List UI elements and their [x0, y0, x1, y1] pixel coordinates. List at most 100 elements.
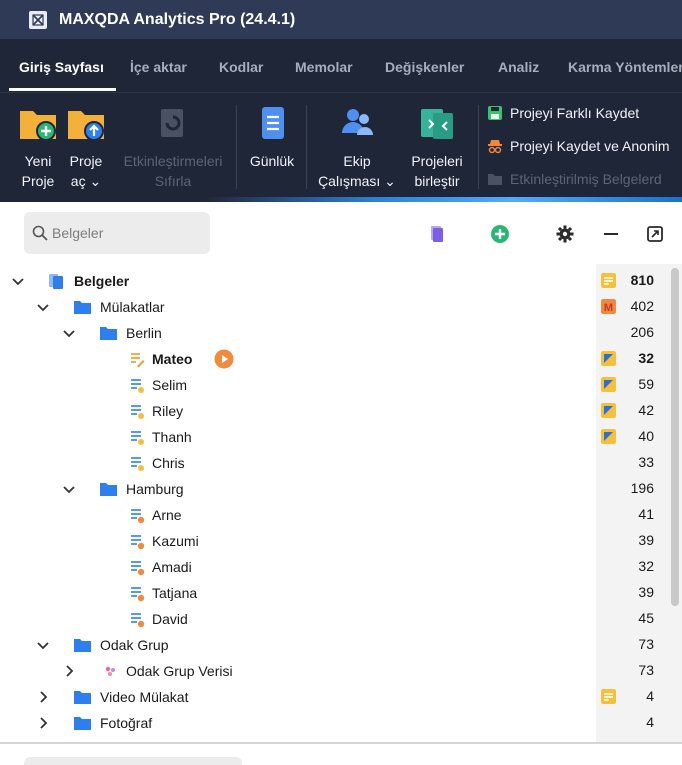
tab-analysis[interactable]: Analiz — [498, 59, 539, 75]
tree-row-arne[interactable]: Arne — [0, 502, 596, 528]
folder-icon — [74, 716, 91, 730]
tree-row-fotograf[interactable]: Fotoğraf — [0, 710, 596, 736]
teamwork-label-2: Çalışması ⌄ — [318, 173, 396, 189]
tree-row-riley[interactable]: Riley — [0, 398, 596, 424]
play-icon[interactable] — [214, 349, 234, 369]
tree-label: David — [152, 611, 188, 627]
reset-activations-icon — [161, 109, 183, 137]
tree-label: Thanh — [152, 429, 192, 445]
open-project-button[interactable]: Proje aç ⌄ — [62, 103, 110, 191]
tree-row-odak-grup[interactable]: Odak Grup — [0, 632, 596, 658]
app-title: MAXQDA Analytics Pro (24.4.1) — [59, 10, 296, 28]
memo-m-icon[interactable]: M — [601, 299, 616, 314]
new-project-button[interactable]: Yeni Proje — [14, 103, 62, 191]
count-value: 402 — [630, 298, 654, 314]
chevron-right-icon[interactable] — [62, 664, 76, 678]
add-icon[interactable] — [490, 224, 510, 244]
folder-icon — [74, 638, 91, 652]
count-value: 32 — [638, 558, 654, 574]
merge-projects-button[interactable]: Projeleri birleştir — [402, 103, 472, 191]
folder-icon — [100, 326, 117, 340]
tree-row-tatjana[interactable]: Tatjana — [0, 580, 596, 606]
memo-note-icon[interactable] — [601, 351, 616, 366]
tree-row-david[interactable]: David — [0, 606, 596, 632]
tree-label: Kazumi — [152, 533, 199, 549]
tree-row-hamburg[interactable]: Hamburg — [0, 476, 596, 502]
tree-row-berlin[interactable]: Berlin — [0, 320, 596, 346]
tree-row-chris[interactable]: Chris — [0, 450, 596, 476]
memo-icon[interactable] — [601, 273, 616, 288]
chevron-down-icon[interactable] — [36, 300, 50, 314]
ribbon-separator — [236, 105, 237, 189]
chevron-down-icon[interactable] — [62, 326, 76, 340]
lower-panel-search-box[interactable] — [24, 757, 242, 765]
tree-row-belgeler[interactable]: Belgeler — [0, 268, 596, 294]
tree-row-thanh[interactable]: Thanh — [0, 424, 596, 450]
text-document-icon — [131, 560, 145, 575]
teamwork-label-1: Ekip — [343, 153, 371, 169]
tree-row-amadi[interactable]: Amadi — [0, 554, 596, 580]
tab-variables[interactable]: Değişkenler — [385, 59, 464, 75]
tree-label: Mateo — [152, 351, 193, 367]
memo-note-icon[interactable] — [601, 429, 616, 444]
tree-row-mateo[interactable]: Mateo — [0, 346, 596, 372]
tab-mixed-methods[interactable]: Karma Yöntemler — [568, 59, 682, 75]
tree-label: Selim — [152, 377, 188, 393]
tab-memos[interactable]: Memolar — [295, 59, 353, 75]
anonymize-icon — [488, 140, 502, 154]
count-value: 206 — [630, 324, 654, 340]
count-value: 40 — [638, 428, 654, 444]
tab-codes[interactable]: Kodlar — [219, 59, 263, 75]
activated-documents-button[interactable]: Etkinleştirilmiş Belgelerd — [487, 171, 662, 187]
save-icon — [488, 106, 502, 120]
document-system-toolbar — [0, 202, 682, 264]
maxqda-logo-icon — [29, 10, 47, 29]
tree-label: Hamburg — [126, 481, 184, 497]
count-value: 39 — [638, 584, 654, 600]
save-as-button[interactable]: Projeyi Farklı Kaydet — [487, 105, 639, 121]
count-value: 196 — [630, 480, 654, 496]
text-document-icon — [131, 586, 145, 601]
reset-activations-button[interactable]: Etkinleştirmeleri Sıfırla — [112, 103, 234, 191]
gear-icon[interactable] — [555, 224, 575, 244]
teamwork-button[interactable]: Ekip Çalışması ⌄ — [316, 103, 398, 191]
tree-label: Fotoğraf — [100, 715, 153, 731]
tree-row-mulakatlar[interactable]: Mülakatlar — [0, 294, 596, 320]
memo-icon[interactable] — [601, 689, 616, 704]
new-project-label-2: Proje — [21, 173, 55, 189]
tab-home[interactable]: Giriş Sayfası — [19, 59, 104, 75]
folder-icon — [74, 690, 91, 704]
tree-row-selim[interactable]: Selim — [0, 372, 596, 398]
search-box[interactable] — [24, 212, 210, 254]
count-value: 39 — [638, 532, 654, 548]
chevron-right-icon[interactable] — [36, 716, 50, 730]
memo-note-icon[interactable] — [601, 403, 616, 418]
chevron-right-icon[interactable] — [36, 690, 50, 704]
active-tab-indicator — [9, 88, 116, 91]
tree-row-kazumi[interactable]: Kazumi — [0, 528, 596, 554]
tree-row-video-mulakat[interactable]: Video Mülakat — [0, 684, 596, 710]
minimize-icon[interactable] — [601, 224, 621, 244]
tab-import[interactable]: İçe aktar — [130, 59, 187, 75]
text-document-icon — [131, 534, 145, 549]
undock-window-icon[interactable] — [645, 224, 665, 244]
new-document-icon[interactable] — [427, 224, 447, 244]
tree-row-odak-grup-verisi[interactable]: Odak Grup Verisi — [0, 658, 596, 684]
search-input[interactable] — [52, 225, 202, 241]
ribbon: Yeni Proje Proje aç ⌄ Etkinleştirmeleri … — [0, 92, 682, 202]
activated-documents-label: Etkinleştirilmiş Belgelerd — [510, 171, 662, 187]
chevron-down-icon[interactable] — [62, 482, 76, 496]
memo-note-icon[interactable] — [601, 377, 616, 392]
save-anonymized-label: Projeyi Kaydet ve Anonim — [510, 138, 670, 154]
chevron-down-icon[interactable] — [11, 274, 25, 288]
logbook-button[interactable]: Günlük — [243, 103, 301, 171]
ribbon-separator — [478, 105, 479, 189]
folder-icon — [74, 300, 91, 314]
logbook-icon — [262, 107, 284, 139]
document-tree: Belgeler Mülakatlar Berlin Mateo Selim R… — [0, 264, 682, 742]
tree-label: Berlin — [126, 325, 162, 341]
save-as-label: Projeyi Farklı Kaydet — [510, 105, 640, 121]
save-anonymized-button[interactable]: Projeyi Kaydet ve Anonim — [487, 138, 670, 154]
chevron-down-icon[interactable] — [36, 638, 50, 652]
folder-icon — [100, 482, 117, 496]
